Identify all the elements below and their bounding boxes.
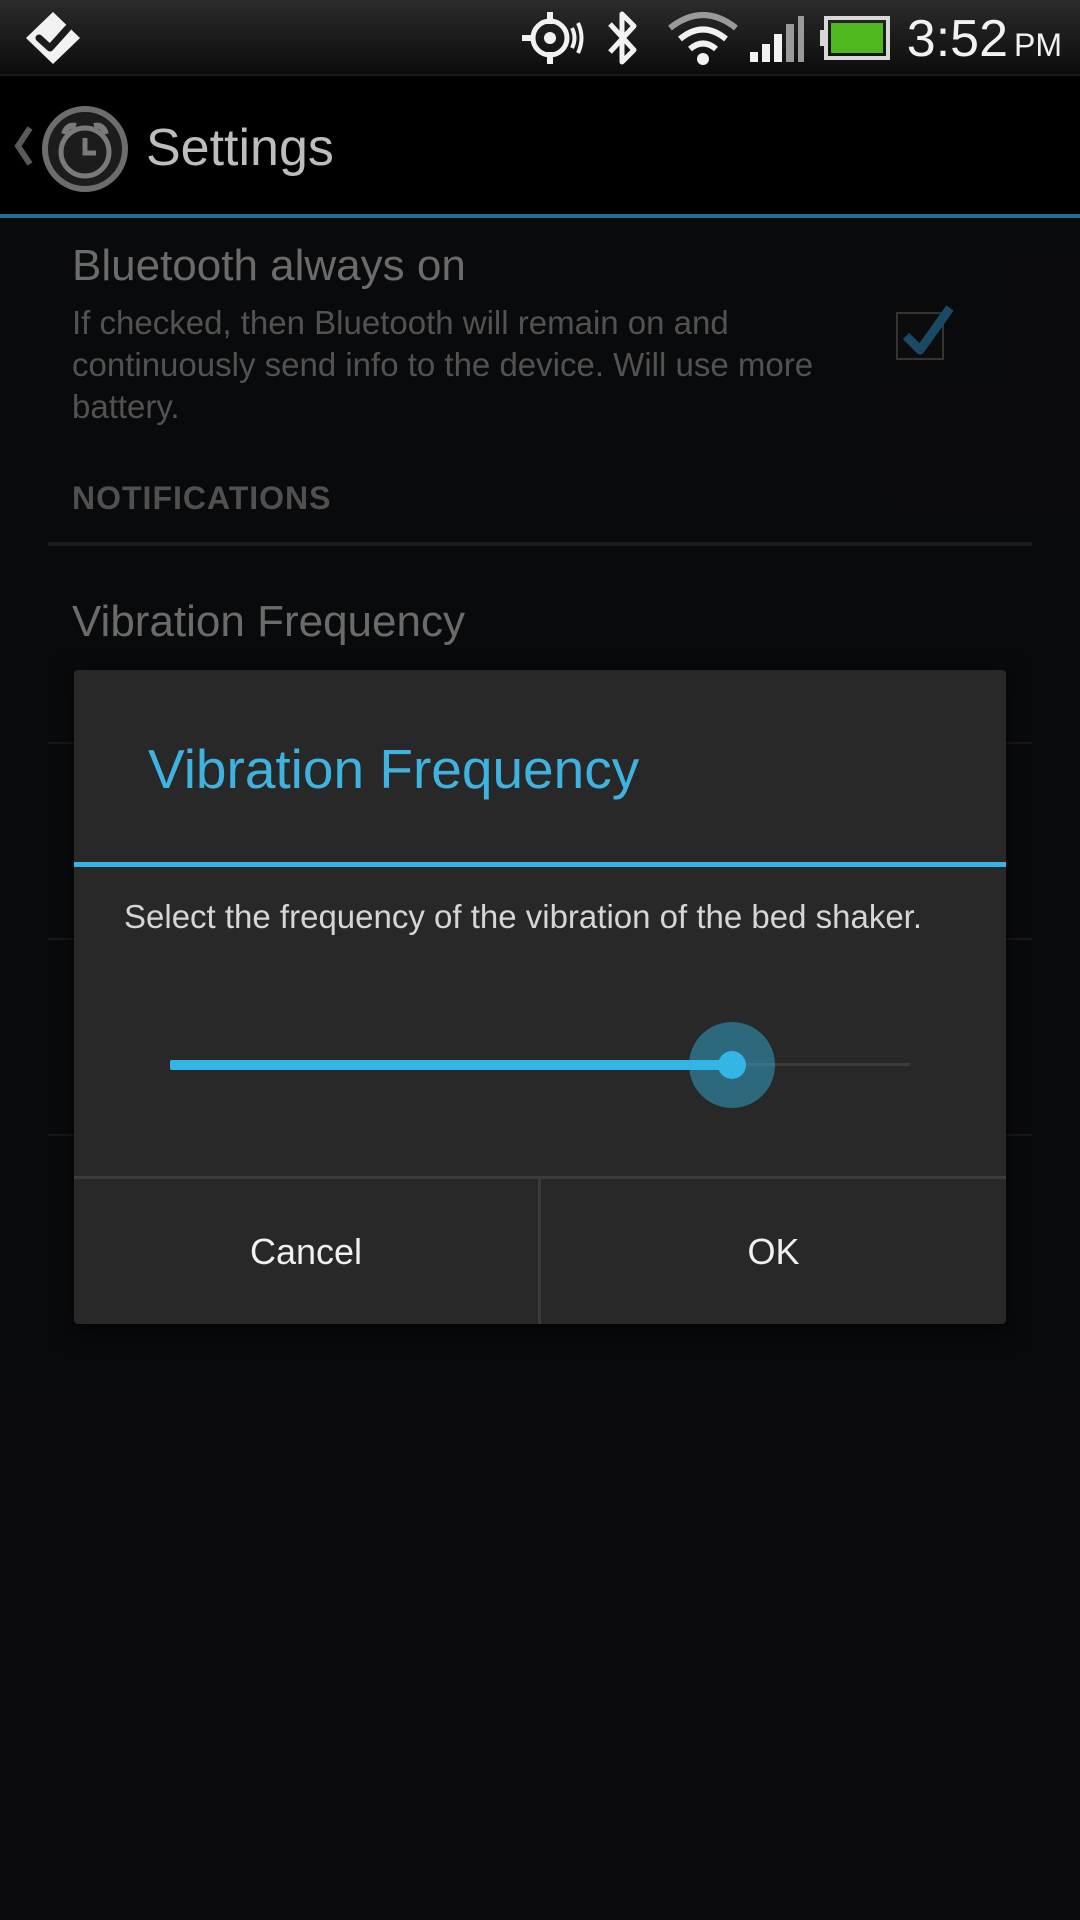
foursquare-check-icon	[22, 8, 84, 73]
clock-time: 3:52	[906, 10, 1008, 68]
frequency-slider[interactable]	[170, 1020, 910, 1110]
ok-button[interactable]: OK	[541, 1179, 1006, 1324]
cell-signal-icon	[748, 14, 806, 69]
dialog-title-divider	[74, 862, 1006, 867]
bluetooth-icon	[604, 8, 642, 73]
alarm-clock-icon[interactable]	[40, 104, 130, 199]
dialog-message: Select the frequency of the vibration of…	[124, 898, 923, 935]
wifi-icon	[666, 8, 740, 73]
status-clock: 3:52 PM	[907, 6, 1062, 72]
action-bar: Settings	[0, 76, 1080, 216]
chevron-left-icon[interactable]	[12, 124, 34, 173]
slider-thumb-core	[718, 1051, 746, 1079]
dialog-title: Vibration Frequency	[148, 738, 640, 800]
battery-icon	[820, 16, 890, 65]
slider-fill	[170, 1060, 732, 1070]
page-title: Settings	[146, 119, 334, 177]
vibration-frequency-dialog: Vibration Frequency Select the frequency…	[74, 670, 1006, 1324]
location-target-icon	[518, 10, 586, 71]
clock-ampm: PM	[1014, 27, 1062, 63]
slider-thumb[interactable]	[689, 1022, 775, 1108]
status-bar: 3:52 PM	[0, 0, 1080, 76]
cancel-button[interactable]: Cancel	[74, 1179, 538, 1324]
